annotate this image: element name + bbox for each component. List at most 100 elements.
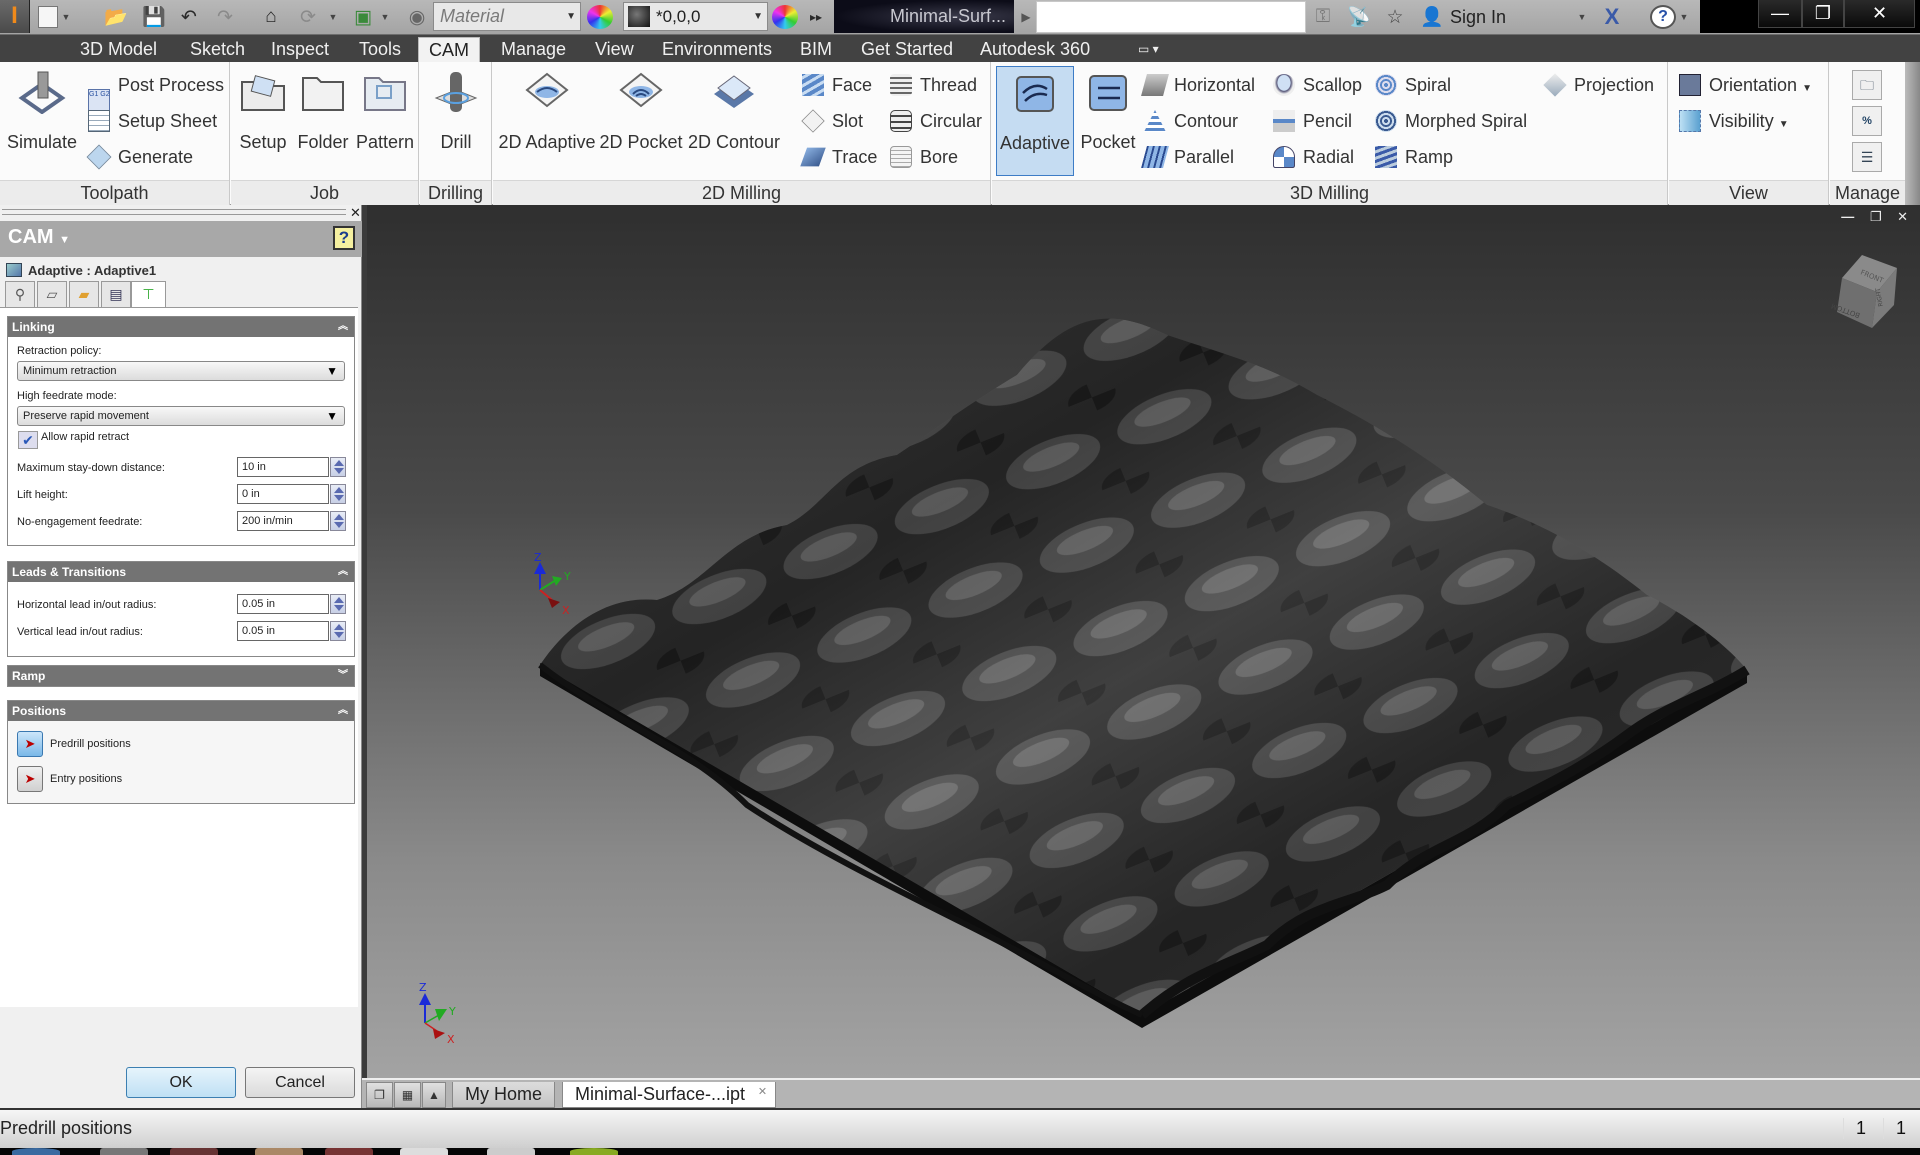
no-engagement-spinner[interactable] [330, 511, 346, 531]
adaptive-button[interactable]: Adaptive [996, 66, 1074, 176]
projection-button[interactable]: Projection [1543, 70, 1654, 100]
circular-button[interactable]: Circular [890, 106, 982, 136]
parallel-button[interactable]: Parallel [1141, 142, 1234, 172]
cam-panel-title[interactable]: CAM ▼ [8, 226, 70, 249]
update-icon[interactable]: ⟳ [295, 4, 321, 30]
tab-bim[interactable]: BIM [800, 37, 832, 62]
tool-library-icon[interactable]: 🗀 [1852, 70, 1882, 100]
generate-button[interactable]: Generate [86, 142, 193, 172]
tab-tools[interactable]: Tools [359, 37, 401, 62]
tab-geometry[interactable]: ▱ [37, 281, 67, 308]
search-input[interactable] [1036, 1, 1306, 33]
tab-document[interactable]: Minimal-Surface-...ipt ✕ [562, 1080, 777, 1108]
select-priority-icon[interactable]: ▣ [350, 4, 376, 30]
close-icon[interactable]: ✕ [350, 205, 361, 221]
group-header-leads[interactable]: Leads & Transitions ︽ [8, 562, 354, 582]
morphed-spiral-button[interactable]: Morphed Spiral [1375, 106, 1527, 136]
retraction-policy-select[interactable]: Minimum retraction ▼ [17, 361, 345, 381]
contour-button[interactable]: Contour [1144, 106, 1238, 136]
horizontal-button[interactable]: Horizontal [1141, 70, 1255, 100]
taskbar-item-app[interactable] [255, 1148, 303, 1155]
high-feedrate-select[interactable]: Preserve rapid movement ▼ [17, 406, 345, 426]
home-icon[interactable]: ⌂ [258, 4, 284, 30]
ramp-button[interactable]: Ramp [1375, 142, 1453, 172]
group-header-ramp[interactable]: Ramp ︾ [8, 666, 354, 686]
satellite-icon[interactable]: 📡 [1346, 4, 1372, 30]
redo-icon[interactable]: ↷ [212, 4, 238, 30]
save-icon[interactable]: 💾 [141, 4, 167, 30]
sign-in-button[interactable]: Sign In [1450, 4, 1506, 30]
overflow-icon[interactable]: ▸▸ [808, 4, 824, 30]
tab-heights[interactable]: ▰ [69, 281, 99, 308]
material-sphere-icon[interactable]: ◉ [404, 4, 430, 30]
post-process-button[interactable]: G1 G2 Post Process [88, 70, 224, 111]
ok-button[interactable]: OK [126, 1067, 236, 1098]
tile-windows-icon[interactable]: ▦ [394, 1082, 421, 1108]
trace-button[interactable]: Trace [800, 142, 877, 172]
tab-view[interactable]: View [595, 37, 634, 62]
clear-appearance-icon[interactable] [772, 5, 798, 29]
application-menu-button[interactable]: I [0, 0, 30, 33]
open-icon[interactable]: 📂 [103, 4, 129, 30]
tab-environments[interactable]: Environments [662, 37, 772, 62]
x-icon[interactable]: X [1598, 4, 1626, 30]
ribbon-minimize-icon[interactable]: ▭ ▾ [1138, 37, 1159, 62]
sign-in-dropdown-arrow[interactable]: ▼ [1578, 4, 1587, 30]
pattern-button[interactable]: Pattern [353, 66, 417, 176]
2d-adaptive-button[interactable]: 2D Adaptive [497, 66, 597, 176]
taskbar-item-app[interactable] [570, 1148, 618, 1155]
graphics-viewport[interactable]: — ❐ ✕ FRONT BOTTOM RIGHT Z Y X Z Y X [367, 205, 1920, 1078]
undo-icon[interactable]: ↶ [176, 4, 202, 30]
tab-passes[interactable]: ▤ [101, 281, 131, 308]
tab-cam[interactable]: CAM [418, 37, 480, 62]
drill-button[interactable]: Drill [424, 66, 488, 176]
taskbar-item-app[interactable] [325, 1148, 373, 1155]
max-staydown-spinner[interactable] [330, 457, 346, 477]
visibility-button[interactable]: Visibility ▼ [1679, 106, 1789, 136]
pencil-button[interactable]: Pencil [1273, 106, 1352, 136]
vertical-lead-spinner[interactable] [330, 621, 346, 641]
chevron-right-icon[interactable]: ▶ [1020, 4, 1032, 30]
cancel-button[interactable]: Cancel [245, 1067, 355, 1098]
thread-button[interactable]: Thread [890, 70, 977, 100]
tab-autodesk-360[interactable]: Autodesk 360 [980, 37, 1090, 62]
tab-sketch[interactable]: Sketch [190, 37, 245, 62]
group-header-positions[interactable]: Positions ︽ [8, 701, 354, 721]
cascade-windows-icon[interactable]: ❐ [366, 1082, 393, 1108]
spiral-button[interactable]: Spiral [1375, 70, 1451, 100]
taskbar-item-app[interactable] [487, 1148, 535, 1155]
panel-grip[interactable] [2, 209, 346, 215]
orientation-button[interactable]: Orientation ▼ [1679, 70, 1812, 100]
vertical-lead-input[interactable]: 0.05 in [237, 621, 329, 641]
material-dropdown[interactable]: Material ▼ [433, 2, 581, 31]
taskbar-item-inventor[interactable] [400, 1148, 448, 1155]
minimize-button[interactable]: — [1758, 0, 1802, 28]
question-icon[interactable]: ? [333, 226, 355, 250]
taskbar-item-browser[interactable] [170, 1148, 218, 1155]
restore-button[interactable]: ❐ [1802, 0, 1844, 28]
2d-contour-button[interactable]: 2D Contour [685, 66, 783, 176]
star-icon[interactable]: ☆ [1382, 4, 1408, 30]
start-button[interactable] [12, 1148, 60, 1155]
simulate-button[interactable]: Simulate [2, 66, 82, 176]
key-icon[interactable]: ⚿ [1310, 4, 1336, 30]
setup-button[interactable]: Setup [235, 66, 291, 176]
appearance-dropdown[interactable]: *0,0,0 ▼ [623, 2, 768, 31]
entry-positions-button[interactable]: ➤ [17, 766, 43, 792]
help-dropdown-arrow[interactable]: ▼ [1680, 4, 1689, 30]
predrill-positions-button[interactable]: ➤ [17, 731, 43, 757]
color-wheel-icon[interactable] [587, 5, 613, 29]
horizontal-lead-input[interactable]: 0.05 in [237, 594, 329, 614]
group-header-linking[interactable]: Linking ︽ [8, 317, 354, 337]
close-tab-icon[interactable]: ✕ [758, 1080, 767, 1105]
allow-rapid-retract-checkbox[interactable]: ✔ [18, 431, 38, 449]
bore-button[interactable]: Bore [890, 142, 958, 172]
open-documents-menu-icon[interactable]: ▲ [422, 1082, 446, 1108]
tab-my-home[interactable]: My Home [452, 1082, 556, 1108]
2d-pocket-button[interactable]: 2D Pocket [597, 66, 685, 176]
tab-get-started[interactable]: Get Started [861, 37, 953, 62]
taskbar-item-explorer[interactable] [100, 1148, 148, 1155]
horizontal-lead-spinner[interactable] [330, 594, 346, 614]
update-dropdown-arrow[interactable]: ▼ [329, 4, 338, 30]
task-manager-icon[interactable]: % [1852, 106, 1882, 136]
